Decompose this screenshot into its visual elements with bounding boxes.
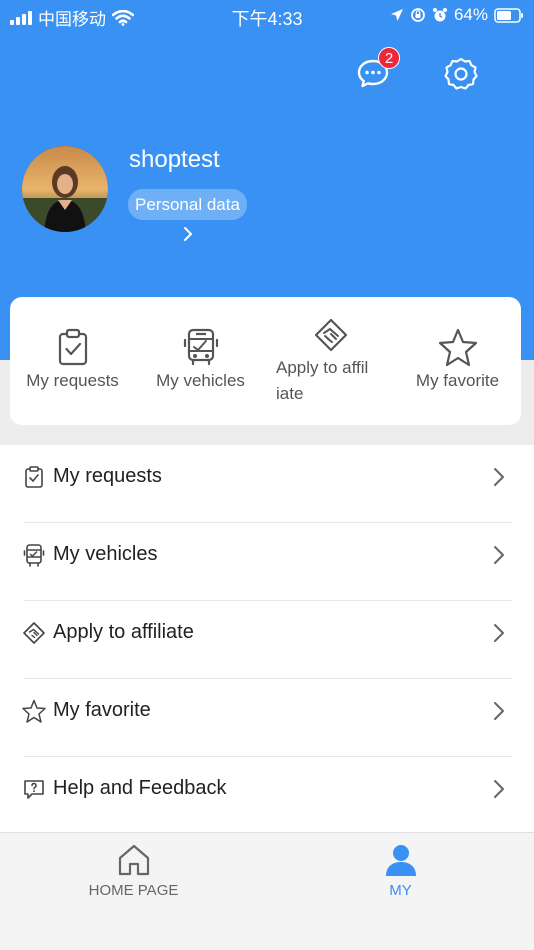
menu-item-label: My vehicles	[53, 543, 158, 565]
personal-data-button[interactable]: Personal data	[128, 189, 247, 220]
tab-home[interactable]: HOME PAGE	[0, 833, 267, 903]
handshake-icon	[314, 318, 348, 352]
quick-my-favorite-label: My favorite	[415, 371, 500, 390]
quick-apply-affiliate-label: Apply to affil iate	[276, 358, 369, 403]
tab-my[interactable]: MY	[267, 833, 534, 903]
tab-bar: HOME PAGE MY	[0, 832, 534, 950]
menu-list: My requests My vehicles Apply to affilia…	[0, 445, 534, 832]
menu-item-my-requests[interactable]: My requests	[0, 445, 534, 523]
home-icon	[118, 844, 149, 876]
clipboard-check-icon	[25, 466, 43, 488]
clipboard-check-icon	[58, 328, 87, 366]
chevron-right-icon	[494, 780, 504, 798]
user-icon	[385, 845, 416, 876]
star-icon	[438, 328, 477, 367]
menu-item-label: Apply to affiliate	[53, 621, 194, 643]
alarm-icon	[432, 8, 447, 22]
menu-item-apply-affiliate[interactable]: Apply to affiliate	[0, 601, 534, 679]
quick-my-vehicles-label: My vehicles	[156, 371, 245, 390]
battery-percent: 64%	[453, 5, 488, 24]
menu-item-help-feedback[interactable]: Help and Feedback	[0, 757, 534, 835]
avatar-photo	[22, 146, 108, 232]
quick-my-vehicles[interactable]: My vehicles	[138, 297, 263, 425]
handshake-icon	[23, 622, 45, 644]
status-bar: 中国移动 下午4:33 64%	[0, 0, 534, 30]
bus-icon	[23, 544, 45, 567]
settings-button[interactable]	[443, 56, 479, 92]
menu-item-my-vehicles[interactable]: My vehicles	[0, 523, 534, 601]
quick-apply-affiliate[interactable]: Apply to affil iate	[266, 297, 396, 425]
quick-my-favorite[interactable]: My favorite	[395, 297, 520, 425]
chevron-right-icon	[494, 546, 504, 564]
username: shoptest	[129, 146, 220, 173]
chevron-right-icon	[494, 702, 504, 720]
quick-my-requests-label: My requests	[26, 371, 119, 390]
quick-my-requests[interactable]: My requests	[10, 297, 135, 425]
tab-my-label: MY	[389, 882, 412, 899]
avatar[interactable]	[22, 146, 108, 232]
menu-item-label: My favorite	[53, 699, 151, 721]
menu-item-label: My requests	[53, 465, 162, 487]
gear-icon	[444, 57, 478, 90]
location-arrow-icon	[390, 9, 403, 21]
menu-item-label: Help and Feedback	[53, 777, 227, 799]
battery-icon	[494, 7, 523, 23]
chevron-right-icon[interactable]	[180, 226, 196, 242]
menu-item-my-favorite[interactable]: My favorite	[0, 679, 534, 757]
status-right: 64%	[390, 5, 524, 25]
rotation-lock-icon	[411, 8, 425, 22]
quick-actions-card: My requests My vehicles Apply to affil i…	[10, 297, 521, 425]
message-count-badge: 2	[378, 47, 400, 69]
help-message-icon	[24, 780, 44, 799]
chevron-right-icon	[494, 468, 504, 486]
chevron-right-icon	[494, 624, 504, 642]
star-icon	[22, 699, 46, 723]
tab-home-label: HOME PAGE	[88, 882, 179, 899]
bus-icon	[183, 328, 218, 366]
